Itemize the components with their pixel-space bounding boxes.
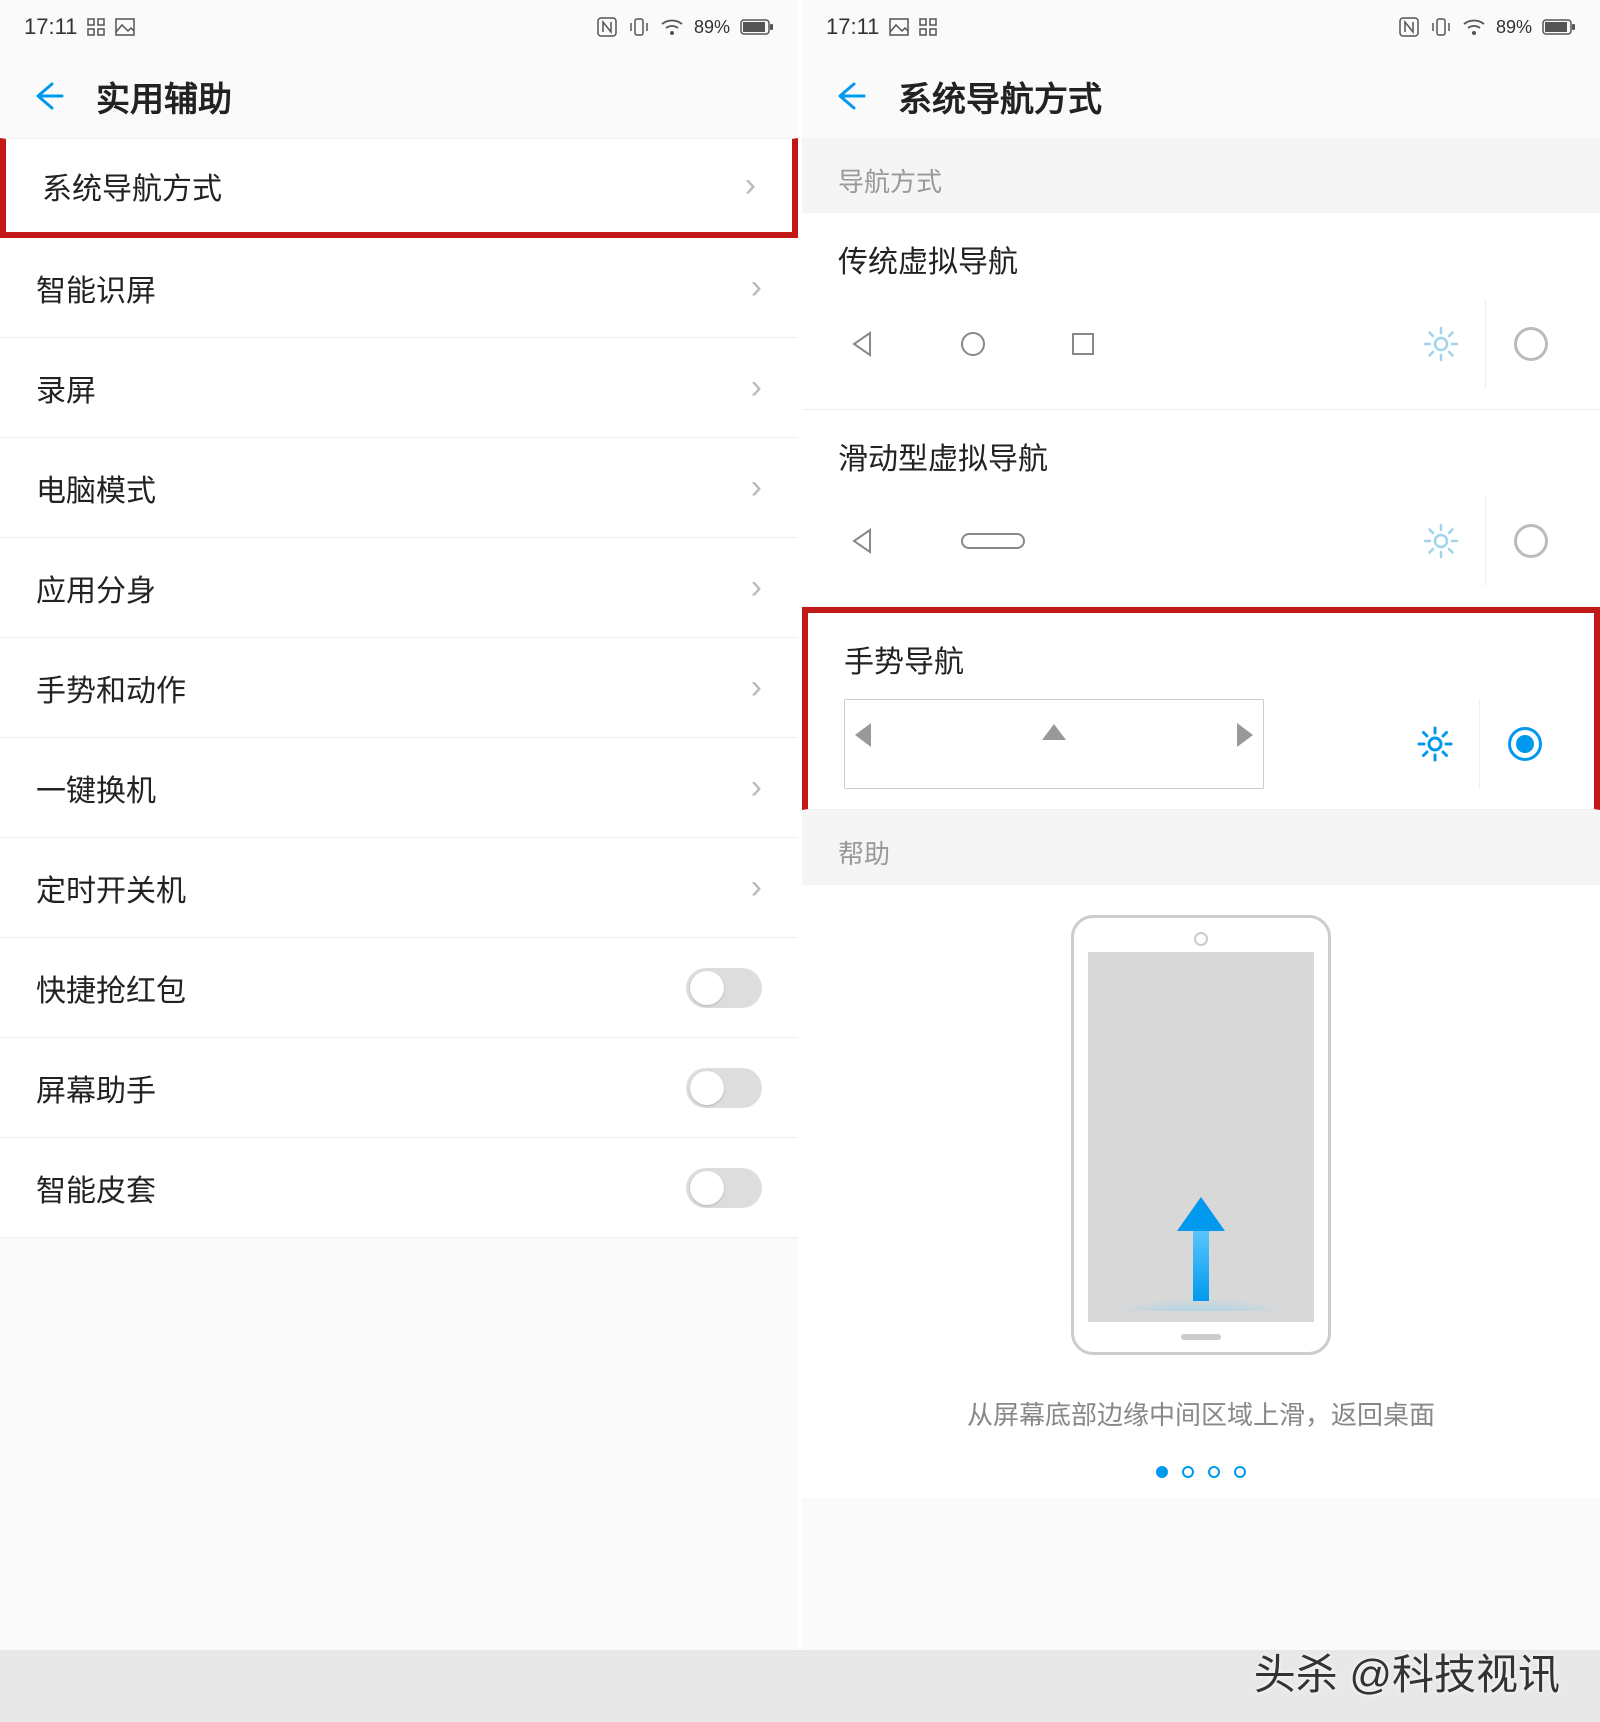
pill-home-icon bbox=[958, 526, 1028, 556]
pager-dot[interactable] bbox=[1156, 1466, 1168, 1478]
circle-home-icon bbox=[958, 329, 988, 359]
vibrate-icon bbox=[628, 16, 650, 38]
triangle-back-icon bbox=[848, 526, 878, 556]
settings-gear-button[interactable] bbox=[1396, 299, 1486, 389]
page-header: 系统导航方式 bbox=[802, 54, 1600, 138]
nav-option-swipe-virtual[interactable]: 滑动型虚拟导航 bbox=[802, 410, 1600, 607]
section-help: 帮助 bbox=[802, 810, 1600, 885]
swipe-up-arrow-icon bbox=[1121, 1191, 1281, 1316]
settings-gear-button[interactable] bbox=[1396, 496, 1486, 586]
pager-dot[interactable] bbox=[1208, 1466, 1220, 1478]
image-icon bbox=[889, 18, 909, 36]
page-title: 实用辅助 bbox=[96, 72, 232, 121]
arrow-right-icon bbox=[853, 720, 933, 750]
preview-classic bbox=[838, 314, 1396, 374]
row-screen-record[interactable]: 录屏 › bbox=[0, 338, 798, 438]
image-icon bbox=[115, 18, 135, 36]
help-caption: 从屏幕底部边缘中间区域上滑，返回桌面 bbox=[802, 1395, 1600, 1432]
status-battery-pct: 89% bbox=[694, 17, 730, 38]
chevron-right-icon: › bbox=[751, 368, 762, 407]
status-bar: 17:11 89% bbox=[0, 0, 798, 54]
toggle-screen-assistant[interactable] bbox=[686, 1068, 762, 1108]
battery-icon bbox=[740, 18, 774, 36]
arrow-up-icon bbox=[1039, 722, 1069, 782]
settings-gear-button[interactable] bbox=[1390, 699, 1480, 789]
square-recent-icon bbox=[1068, 329, 1098, 359]
status-time: 17:11 bbox=[24, 14, 77, 40]
nav-option-classic[interactable]: 传统虚拟导航 bbox=[802, 213, 1600, 410]
arrow-left-icon bbox=[1175, 720, 1255, 750]
chevron-right-icon: › bbox=[751, 468, 762, 507]
row-screen-assistant[interactable]: 屏幕助手 bbox=[0, 1038, 798, 1138]
radio-classic[interactable] bbox=[1486, 299, 1576, 389]
phone-illustration bbox=[1071, 915, 1331, 1355]
left-screenshot: 17:11 89% bbox=[0, 0, 802, 1650]
chevron-right-icon: › bbox=[751, 268, 762, 307]
preview-gesture bbox=[844, 699, 1264, 789]
settings-list: 系统导航方式 › 智能识屏 › 录屏 › 电脑模式 › 应用分身 › 手势和动作… bbox=[0, 138, 798, 1238]
page-header: 实用辅助 bbox=[0, 54, 798, 138]
wifi-icon bbox=[1462, 17, 1486, 37]
row-system-navigation[interactable]: 系统导航方式 › bbox=[0, 138, 798, 238]
status-battery-pct: 89% bbox=[1496, 17, 1532, 38]
help-panel: 从屏幕底部边缘中间区域上滑，返回桌面 bbox=[802, 885, 1600, 1498]
nav-option-gesture[interactable]: 手势导航 bbox=[802, 607, 1600, 810]
back-button[interactable] bbox=[830, 76, 870, 116]
radio-swipe-virtual[interactable] bbox=[1486, 496, 1576, 586]
row-pc-mode[interactable]: 电脑模式 › bbox=[0, 438, 798, 538]
row-red-envelope[interactable]: 快捷抢红包 bbox=[0, 938, 798, 1038]
chevron-right-icon: › bbox=[751, 568, 762, 607]
triangle-back-icon bbox=[848, 329, 878, 359]
chevron-right-icon: › bbox=[751, 868, 762, 907]
row-smart-cover[interactable]: 智能皮套 bbox=[0, 1138, 798, 1238]
page-title: 系统导航方式 bbox=[898, 72, 1102, 121]
row-app-clone[interactable]: 应用分身 › bbox=[0, 538, 798, 638]
pager-dot[interactable] bbox=[1182, 1466, 1194, 1478]
row-scheduled-power[interactable]: 定时开关机 › bbox=[0, 838, 798, 938]
row-gestures[interactable]: 手势和动作 › bbox=[0, 638, 798, 738]
pager-dot[interactable] bbox=[1234, 1466, 1246, 1478]
radio-gesture[interactable] bbox=[1480, 699, 1570, 789]
right-screenshot: 17:11 89% bbox=[802, 0, 1600, 1650]
apps-icon bbox=[919, 18, 937, 36]
chevron-right-icon: › bbox=[751, 668, 762, 707]
pager-dots[interactable] bbox=[802, 1466, 1600, 1478]
battery-icon bbox=[1542, 18, 1576, 36]
wifi-icon bbox=[660, 17, 684, 37]
preview-swipe-virtual bbox=[838, 511, 1396, 571]
chevron-right-icon: › bbox=[751, 768, 762, 807]
nfc-icon bbox=[596, 16, 618, 38]
vibrate-icon bbox=[1430, 16, 1452, 38]
apps-icon bbox=[87, 18, 105, 36]
toggle-red-envelope[interactable] bbox=[686, 968, 762, 1008]
section-nav-methods: 导航方式 bbox=[802, 138, 1600, 213]
toggle-smart-cover[interactable] bbox=[686, 1168, 762, 1208]
status-time: 17:11 bbox=[826, 14, 879, 40]
watermark-text: 头杀 @科技视讯 bbox=[1254, 1641, 1560, 1702]
nfc-icon bbox=[1398, 16, 1420, 38]
row-smart-screen[interactable]: 智能识屏 › bbox=[0, 238, 798, 338]
chevron-right-icon: › bbox=[745, 166, 756, 205]
row-phone-transfer[interactable]: 一键换机 › bbox=[0, 738, 798, 838]
status-bar: 17:11 89% bbox=[802, 0, 1600, 54]
back-button[interactable] bbox=[28, 76, 68, 116]
